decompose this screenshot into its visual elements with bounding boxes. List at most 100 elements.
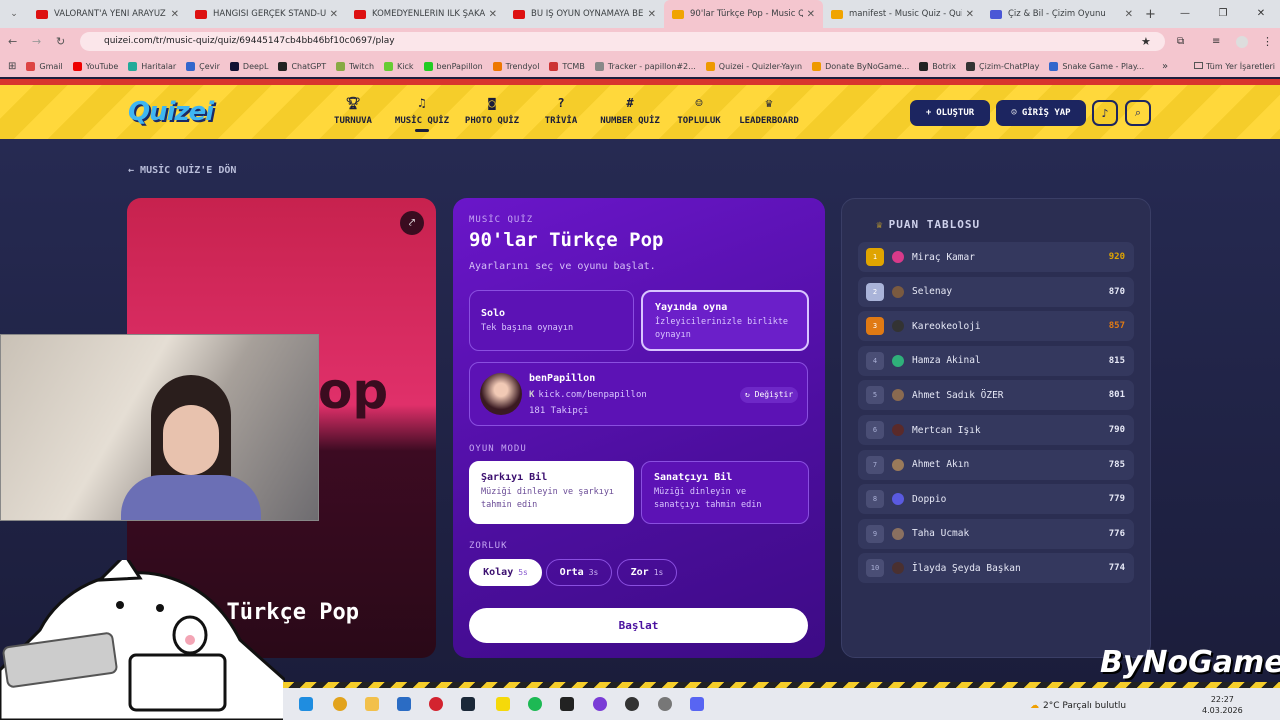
bookmark-item[interactable]: Trendyol [492, 61, 539, 71]
login-button[interactable]: ☺ GİRİŞ YAP [996, 100, 1086, 126]
share-icon[interactable]: ⤤ [400, 211, 424, 235]
bookmark-star-icon[interactable]: ★ [1141, 35, 1151, 48]
maximize-icon[interactable]: ❐ [1204, 0, 1242, 28]
tab-search-icon[interactable]: ⌄ [0, 9, 28, 19]
bookmark-item[interactable]: Snake Game - Play... [1049, 61, 1144, 71]
weather-widget[interactable]: ☁ 2°C Parçalı bulutlu [1030, 701, 1126, 711]
bookmark-icon [384, 61, 394, 71]
leaderboard-row[interactable]: 4 Hamza Akinal 815 [858, 345, 1134, 376]
browser-tab[interactable]: HANGİSİ GERÇEK STAND-UP K ✕ [187, 0, 346, 28]
bookmark-item[interactable]: Çizim-ChatPlay [966, 61, 1039, 71]
browser-tab[interactable]: 90'lar Türkçe Pop - Music Quiz ✕ [664, 0, 823, 28]
bookmark-item[interactable]: ChatGPT [278, 61, 326, 71]
tab-close-icon[interactable]: ✕ [330, 9, 338, 20]
difficulty-hard[interactable]: Zor 1s [617, 559, 677, 586]
nav-trivia[interactable]: ? TRİVİA [542, 96, 580, 126]
bookmark-item[interactable]: Twitch [336, 61, 374, 71]
nav-photo-quiz[interactable]: ◙ PHOTO QUİZ [462, 96, 522, 126]
app-icon[interactable] [496, 697, 510, 711]
discord-icon[interactable] [690, 697, 704, 711]
mode-stream[interactable]: Yayında oyna İzleyicilerinizle birlikte … [641, 290, 809, 351]
browser-tab[interactable]: Çiz & Bil - Çizim Oyunu ✕ [982, 0, 1141, 28]
nav-topluluk[interactable]: ☺ TOPLULUK [676, 96, 722, 126]
nav-turnuva[interactable]: 🏆︎ TURNUVA [333, 96, 373, 126]
extensions-icon[interactable]: ⧉ [1177, 36, 1184, 47]
leaderboard-row[interactable]: 2 Selenay 870 [858, 276, 1134, 307]
apps-icon[interactable]: ⊞ [8, 61, 16, 72]
browser-tab[interactable]: manifest - Music Quiz - Quizei ✕ [823, 0, 982, 28]
profile-avatar[interactable] [1236, 35, 1248, 48]
steam-icon[interactable] [461, 697, 475, 711]
bookmark-item[interactable]: benPapillon [423, 61, 483, 71]
difficulty-easy[interactable]: Kolay 5s [469, 559, 542, 586]
leaderboard-row[interactable]: 3 Kareokeoloji 857 [858, 311, 1134, 342]
game-mode-artist[interactable]: Sanatçıyı Bil Müziği dinleyin ve sanatçı… [641, 461, 809, 524]
game-mode-song[interactable]: Şarkıyı Bil Müziği dinleyin ve şarkıyı t… [469, 461, 634, 524]
nav-music-quiz[interactable]: ♫ MUSİC QUİZ [393, 96, 451, 132]
tab-close-icon[interactable]: ✕ [648, 9, 656, 20]
tab-close-icon[interactable]: ✕ [966, 9, 974, 20]
mode-solo[interactable]: Solo Tek başına oynayın [469, 290, 634, 351]
app-icon[interactable] [625, 697, 639, 711]
search-icon[interactable]: ⌕ [1125, 100, 1151, 126]
difficulty-medium[interactable]: Orta 3s [546, 559, 612, 586]
browser-tab[interactable]: VALORANT'A YENİ ARAYÜZ VE ✕ [28, 0, 187, 28]
leaderboard-row[interactable]: 10 İlayda Şeyda Başkan 774 [858, 553, 1134, 584]
bookmark-item[interactable]: Gmail [26, 61, 63, 71]
bookmark-item[interactable]: Haritalar [128, 61, 177, 71]
bookmark-item[interactable]: Tracker - papillon#2... [594, 61, 696, 71]
nav-number-quiz[interactable]: # NUMBER QUİZ [598, 96, 662, 126]
menu-icon[interactable]: ⋮ [1262, 35, 1273, 48]
notification-bell-icon[interactable]: ♪ [1092, 100, 1118, 126]
tab-close-icon[interactable]: ✕ [489, 9, 497, 20]
tab-close-icon[interactable]: ✕ [807, 9, 815, 20]
edge-icon[interactable] [299, 697, 313, 711]
bookmark-item[interactable]: Kick [384, 61, 414, 71]
back-link[interactable]: ← MUSİC QUİZ'E DÖN [128, 165, 236, 176]
url-field[interactable]: quizei.com/tr/music-quiz/quiz/69445147cb… [80, 32, 1165, 51]
tab-close-icon[interactable]: ✕ [171, 9, 179, 20]
file-explorer-icon[interactable] [365, 697, 379, 711]
bookmark-item[interactable]: Botrix [919, 61, 956, 71]
other-bookmarks[interactable]: Tüm Yer İşaretleri [1194, 61, 1275, 71]
bookmark-item[interactable]: Quizei - Quizler-Yayın [705, 61, 802, 71]
leaderboard-row[interactable]: 8 Doppio 779 [858, 484, 1134, 515]
bookmark-item[interactable]: Çevir [186, 61, 220, 71]
close-window-icon[interactable]: ✕ [1242, 0, 1280, 28]
mail-icon[interactable] [397, 697, 411, 711]
app-icon[interactable] [658, 697, 672, 711]
bookmark-item[interactable]: Donate ByNoGame... [812, 61, 909, 71]
tab-close-icon[interactable]: ✕ [1125, 9, 1133, 20]
back-arrow-icon[interactable]: ← [8, 35, 17, 48]
leaderboard-row[interactable]: 1 Miraç Kamar 920 [858, 242, 1134, 272]
system-clock[interactable]: 22:27 4.03.2026 [1202, 694, 1243, 716]
browser-tab[interactable]: KOMEDYENLERİN İLK ŞAKALAR ✕ [346, 0, 505, 28]
rank-badge: 2 [866, 282, 884, 301]
opera-icon[interactable] [429, 697, 443, 711]
minimize-icon[interactable]: — [1166, 0, 1204, 28]
leaderboard-row[interactable]: 5 Ahmet Sadık ÖZER 801 [858, 380, 1134, 411]
leaderboard-row[interactable]: 6 Mertcan Işık 790 [858, 415, 1134, 445]
create-button[interactable]: + OLUŞTUR [910, 100, 990, 126]
nav-leaderboard[interactable]: ♛ LEADERBOARD [737, 96, 801, 126]
more-bookmarks-icon[interactable]: » [1162, 61, 1168, 72]
bookmark-item[interactable]: TCMB [549, 61, 585, 71]
new-tab-button[interactable]: + [1145, 7, 1156, 22]
browser-tab[interactable]: BU İŞ OYUN OYNAMAYA BENZ ✕ [505, 0, 664, 28]
streamer-link[interactable]: kick.com/benpapillon [538, 390, 646, 400]
bookmark-item[interactable]: YouTube [72, 61, 118, 71]
chrome-icon[interactable] [333, 697, 347, 711]
bookmark-label: Haritalar [141, 61, 177, 71]
capcut-icon[interactable] [560, 697, 574, 711]
leaderboard-row[interactable]: 7 Ahmet Akın 785 [858, 449, 1134, 480]
change-streamer-button[interactable]: ↻ Değiştir [740, 387, 799, 403]
leaderboard-row[interactable]: 9 Taha Ucmak 776 [858, 518, 1134, 549]
spotify-icon[interactable] [528, 697, 542, 711]
obs-icon[interactable] [593, 697, 607, 711]
media-icon[interactable]: ≡ [1212, 36, 1220, 47]
site-logo[interactable]: Quizei [128, 97, 214, 127]
forward-arrow-icon[interactable]: → [32, 35, 41, 48]
reload-icon[interactable]: ↻ [56, 35, 65, 48]
start-button[interactable]: Başlat [469, 608, 808, 643]
bookmark-item[interactable]: DeepL [229, 61, 268, 71]
